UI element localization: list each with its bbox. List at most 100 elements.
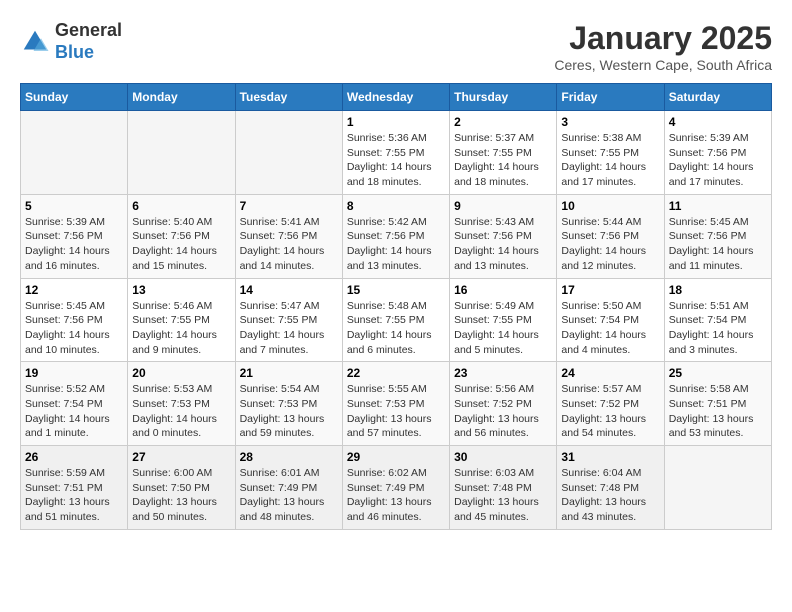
weekday-header-tuesday: Tuesday (235, 84, 342, 111)
calendar-cell: 22 Sunrise: 5:55 AM Sunset: 7:53 PM Dayli… (342, 362, 449, 446)
day-info: Sunrise: 5:45 AM Sunset: 7:56 PM Dayligh… (669, 215, 767, 274)
day-info: Sunrise: 5:36 AM Sunset: 7:55 PM Dayligh… (347, 131, 445, 190)
calendar-cell: 14 Sunrise: 5:47 AM Sunset: 7:55 PM Dayli… (235, 278, 342, 362)
calendar-cell (664, 446, 771, 530)
day-number: 13 (132, 283, 230, 297)
day-info: Sunrise: 5:55 AM Sunset: 7:53 PM Dayligh… (347, 382, 445, 441)
logo-general-text: General (55, 20, 122, 42)
day-number: 11 (669, 199, 767, 213)
day-info: Sunrise: 5:39 AM Sunset: 7:56 PM Dayligh… (669, 131, 767, 190)
day-info: Sunrise: 5:58 AM Sunset: 7:51 PM Dayligh… (669, 382, 767, 441)
day-number: 28 (240, 450, 338, 464)
day-number: 19 (25, 366, 123, 380)
day-number: 20 (132, 366, 230, 380)
calendar-cell (21, 111, 128, 195)
calendar-cell: 28Sunrise: 6:01 AM Sunset: 7:49 PM Dayli… (235, 446, 342, 530)
day-number: 17 (561, 283, 659, 297)
weekday-header-monday: Monday (128, 84, 235, 111)
calendar-cell: 24Sunrise: 5:57 AM Sunset: 7:52 PM Dayli… (557, 362, 664, 446)
day-info: Sunrise: 5:56 AM Sunset: 7:52 PM Dayligh… (454, 382, 552, 441)
day-info: Sunrise: 5:47 AM Sunset: 7:55 PM Dayligh… (240, 299, 338, 358)
week-row-5: 26 Sunrise: 5:59 AM Sunset: 7:51 PM Dayli… (21, 446, 772, 530)
weekday-header-friday: Friday (557, 84, 664, 111)
month-title: January 2025 (554, 20, 772, 57)
day-info: Sunrise: 5:42 AM Sunset: 7:56 PM Dayligh… (347, 215, 445, 274)
calendar-cell: 8 Sunrise: 5:42 AM Sunset: 7:56 PM Daylig… (342, 194, 449, 278)
week-row-2: 5 Sunrise: 5:39 AM Sunset: 7:56 PM Daylig… (21, 194, 772, 278)
day-number: 8 (347, 199, 445, 213)
logo: General Blue (20, 20, 122, 63)
logo-blue-text: Blue (55, 42, 122, 64)
day-number: 6 (132, 199, 230, 213)
day-info: Sunrise: 5:41 AM Sunset: 7:56 PM Dayligh… (240, 215, 338, 274)
weekday-header-sunday: Sunday (21, 84, 128, 111)
day-number: 5 (25, 199, 123, 213)
day-number: 9 (454, 199, 552, 213)
logo-icon (20, 27, 50, 57)
calendar-cell: 7 Sunrise: 5:41 AM Sunset: 7:56 PM Daylig… (235, 194, 342, 278)
day-number: 3 (561, 115, 659, 129)
calendar-cell (128, 111, 235, 195)
day-number: 22 (347, 366, 445, 380)
title-block: January 2025 Ceres, Western Cape, South … (554, 20, 772, 73)
calendar-cell: 23 Sunrise: 5:56 AM Sunset: 7:52 PM Dayli… (450, 362, 557, 446)
calendar-cell: 15 Sunrise: 5:48 AM Sunset: 7:55 PM Dayli… (342, 278, 449, 362)
week-row-1: 1Sunrise: 5:36 AM Sunset: 7:55 PM Daylig… (21, 111, 772, 195)
day-info: Sunrise: 5:38 AM Sunset: 7:55 PM Dayligh… (561, 131, 659, 190)
calendar-cell: 20 Sunrise: 5:53 AM Sunset: 7:53 PM Dayli… (128, 362, 235, 446)
day-number: 14 (240, 283, 338, 297)
day-info: Sunrise: 6:03 AM Sunset: 7:48 PM Dayligh… (454, 466, 552, 525)
weekday-header-thursday: Thursday (450, 84, 557, 111)
calendar-cell: 2Sunrise: 5:37 AM Sunset: 7:55 PM Daylig… (450, 111, 557, 195)
calendar-cell: 1Sunrise: 5:36 AM Sunset: 7:55 PM Daylig… (342, 111, 449, 195)
day-info: Sunrise: 5:45 AM Sunset: 7:56 PM Dayligh… (25, 299, 123, 358)
day-number: 12 (25, 283, 123, 297)
day-info: Sunrise: 5:37 AM Sunset: 7:55 PM Dayligh… (454, 131, 552, 190)
day-info: Sunrise: 6:04 AM Sunset: 7:48 PM Dayligh… (561, 466, 659, 525)
day-number: 26 (25, 450, 123, 464)
day-number: 24 (561, 366, 659, 380)
day-info: Sunrise: 5:59 AM Sunset: 7:51 PM Dayligh… (25, 466, 123, 525)
day-number: 15 (347, 283, 445, 297)
day-info: Sunrise: 5:50 AM Sunset: 7:54 PM Dayligh… (561, 299, 659, 358)
day-number: 27 (132, 450, 230, 464)
calendar-cell: 4 Sunrise: 5:39 AM Sunset: 7:56 PM Daylig… (664, 111, 771, 195)
day-number: 23 (454, 366, 552, 380)
calendar-cell: 3 Sunrise: 5:38 AM Sunset: 7:55 PM Daylig… (557, 111, 664, 195)
page-header: General Blue January 2025 Ceres, Western… (20, 20, 772, 73)
calendar-cell (235, 111, 342, 195)
calendar-cell: 17 Sunrise: 5:50 AM Sunset: 7:54 PM Dayli… (557, 278, 664, 362)
calendar-cell: 19Sunrise: 5:52 AM Sunset: 7:54 PM Dayli… (21, 362, 128, 446)
day-info: Sunrise: 5:46 AM Sunset: 7:55 PM Dayligh… (132, 299, 230, 358)
calendar-cell: 30Sunrise: 6:03 AM Sunset: 7:48 PM Dayli… (450, 446, 557, 530)
calendar-cell: 11 Sunrise: 5:45 AM Sunset: 7:56 PM Dayli… (664, 194, 771, 278)
day-info: Sunrise: 5:53 AM Sunset: 7:53 PM Dayligh… (132, 382, 230, 441)
day-info: Sunrise: 6:02 AM Sunset: 7:49 PM Dayligh… (347, 466, 445, 525)
calendar-cell: 25Sunrise: 5:58 AM Sunset: 7:51 PM Dayli… (664, 362, 771, 446)
day-number: 18 (669, 283, 767, 297)
day-info: Sunrise: 5:39 AM Sunset: 7:56 PM Dayligh… (25, 215, 123, 274)
day-info: Sunrise: 5:40 AM Sunset: 7:56 PM Dayligh… (132, 215, 230, 274)
calendar-cell: 18 Sunrise: 5:51 AM Sunset: 7:54 PM Dayli… (664, 278, 771, 362)
day-number: 10 (561, 199, 659, 213)
day-number: 31 (561, 450, 659, 464)
calendar-cell: 26 Sunrise: 5:59 AM Sunset: 7:51 PM Dayli… (21, 446, 128, 530)
calendar-cell: 5 Sunrise: 5:39 AM Sunset: 7:56 PM Daylig… (21, 194, 128, 278)
calendar-cell: 21Sunrise: 5:54 AM Sunset: 7:53 PM Dayli… (235, 362, 342, 446)
day-number: 7 (240, 199, 338, 213)
calendar-table: SundayMondayTuesdayWednesdayThursdayFrid… (20, 83, 772, 530)
calendar-cell: 31 Sunrise: 6:04 AM Sunset: 7:48 PM Dayli… (557, 446, 664, 530)
day-number: 16 (454, 283, 552, 297)
calendar-cell: 10Sunrise: 5:44 AM Sunset: 7:56 PM Dayli… (557, 194, 664, 278)
calendar-cell: 12 Sunrise: 5:45 AM Sunset: 7:56 PM Dayli… (21, 278, 128, 362)
day-info: Sunrise: 5:51 AM Sunset: 7:54 PM Dayligh… (669, 299, 767, 358)
weekday-header-saturday: Saturday (664, 84, 771, 111)
day-info: Sunrise: 6:00 AM Sunset: 7:50 PM Dayligh… (132, 466, 230, 525)
day-info: Sunrise: 5:43 AM Sunset: 7:56 PM Dayligh… (454, 215, 552, 274)
day-info: Sunrise: 5:54 AM Sunset: 7:53 PM Dayligh… (240, 382, 338, 441)
day-number: 4 (669, 115, 767, 129)
day-number: 29 (347, 450, 445, 464)
day-info: Sunrise: 5:49 AM Sunset: 7:55 PM Dayligh… (454, 299, 552, 358)
weekday-header-wednesday: Wednesday (342, 84, 449, 111)
day-info: Sunrise: 5:48 AM Sunset: 7:55 PM Dayligh… (347, 299, 445, 358)
